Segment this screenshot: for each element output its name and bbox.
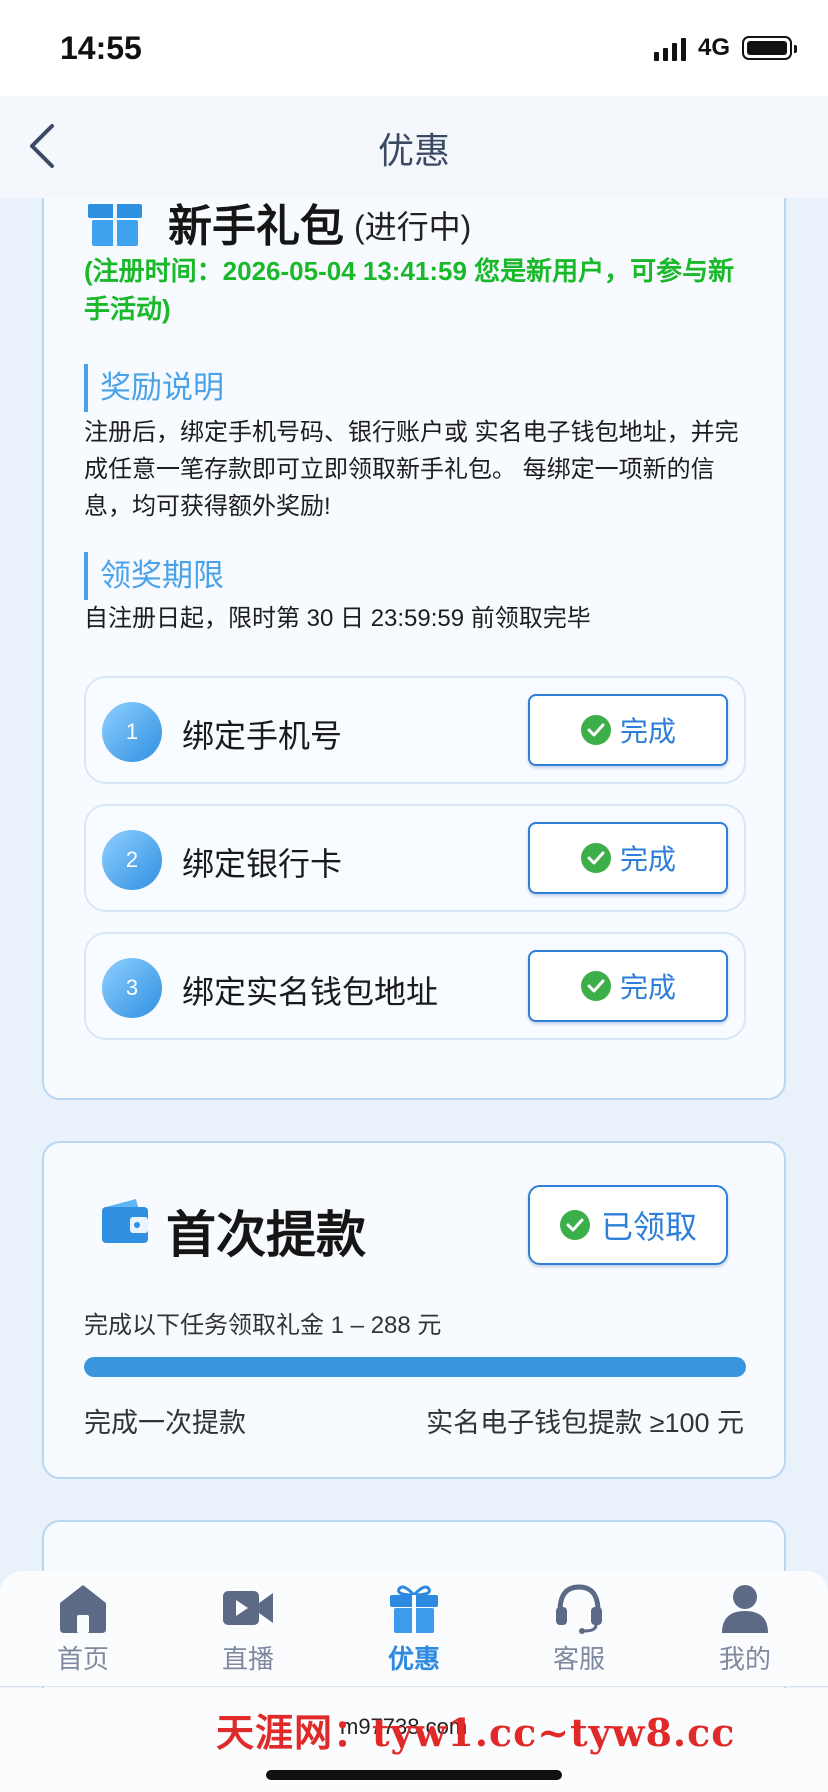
gift-icon [390, 1585, 438, 1633]
done-label: 完成 [619, 716, 676, 747]
tab-promo[interactable]: 优惠 [354, 1581, 474, 1681]
tab-mine[interactable]: 我的 [685, 1581, 805, 1681]
home-icon [60, 1585, 106, 1633]
withdraw-description: 完成以下任务领取礼金 1 – 288 元 [84, 1312, 442, 1339]
task-bind-bank-card: 2 绑定银行卡 完成 [84, 804, 746, 912]
task-number: 1 [102, 702, 162, 762]
deadline-heading: 领奖期限 [84, 552, 224, 600]
check-circle-icon [580, 715, 611, 745]
tab-label: 我的 [718, 1644, 771, 1674]
task-label: 绑定银行卡 [182, 846, 343, 882]
reward-heading: 奖励说明 [84, 364, 224, 412]
video-camera-icon [223, 1591, 273, 1625]
check-circle-icon [559, 1210, 590, 1240]
check-circle-icon [580, 843, 611, 873]
done-label: 完成 [619, 844, 676, 875]
headset-icon [556, 1584, 602, 1634]
gift-icon [86, 196, 144, 248]
deadline-text: 自注册日起，限时第 30 日 23:59:59 前领取完毕 [84, 605, 591, 632]
footer: m97738.com 天涯网：tyw1.cc~tyw8.cc [0, 1688, 828, 1792]
tab-bar: 首页 直播 优惠 客服 我的 [0, 1571, 828, 1687]
task-label: 绑定手机号 [182, 718, 343, 754]
tab-live[interactable]: 直播 [188, 1581, 308, 1681]
network-label: 4G [697, 34, 730, 61]
first-withdraw-card: 首次提款 已领取 完成以下任务领取礼金 1 – 288 元 完成一次提款 实名电… [42, 1141, 786, 1479]
task-number: 3 [102, 958, 162, 1018]
gift-status: (进行中) [354, 209, 472, 245]
withdraw-task-right: 实名电子钱包提款 ≥100 元 [426, 1408, 744, 1438]
tab-label: 首页 [56, 1644, 109, 1674]
done-button[interactable]: 完成 [528, 822, 728, 894]
gift-header: 新手礼包 (进行中) [86, 190, 471, 254]
done-button[interactable]: 完成 [528, 950, 728, 1022]
progress-fill [84, 1357, 746, 1377]
task-label: 绑定实名钱包地址 [182, 974, 439, 1010]
newbie-gift-card: 新手礼包 (进行中) (注册时间：2026-05-04 13:41:59 您是新… [42, 150, 786, 1100]
gift-title: 新手礼包 [168, 202, 344, 251]
withdraw-task-left: 完成一次提款 [84, 1408, 246, 1438]
tab-label: 优惠 [387, 1644, 440, 1674]
watermark: 天涯网：tyw1.cc~tyw8.cc [216, 1710, 736, 1755]
claimed-label: 已领取 [600, 1209, 697, 1245]
task-bind-wallet-address: 3 绑定实名钱包地址 完成 [84, 932, 746, 1040]
withdraw-title: 首次提款 [166, 1207, 366, 1263]
tab-label: 客服 [552, 1644, 605, 1674]
status-time: 14:55 [60, 30, 142, 66]
done-label: 完成 [619, 972, 676, 1003]
claimed-button[interactable]: 已领取 [528, 1185, 728, 1265]
status-bar: 14:55 4G [0, 0, 828, 96]
check-circle-icon [580, 971, 611, 1001]
task-bind-phone: 1 绑定手机号 完成 [84, 676, 746, 784]
user-icon [722, 1585, 768, 1633]
registration-note: (注册时间：2026-05-04 13:41:59 您是新用户，可参与新手活动) [84, 256, 735, 324]
done-button[interactable]: 完成 [528, 694, 728, 766]
reward-text: 注册后，绑定手机号码、银行账户或 实名电子钱包地址，并完成任意一笔存款即可立即领… [84, 419, 739, 520]
withdraw-progress-bar [84, 1357, 746, 1377]
tab-service[interactable]: 客服 [519, 1581, 639, 1681]
home-indicator[interactable] [266, 1770, 562, 1780]
nav-bar: 优惠 [0, 96, 828, 198]
page-title: 优惠 [377, 130, 450, 171]
wallet-icon [100, 1197, 150, 1245]
signal-icon [653, 35, 686, 61]
battery-icon [742, 36, 797, 60]
tab-home[interactable]: 首页 [23, 1581, 143, 1681]
task-number: 2 [102, 830, 162, 890]
status-indicators: 4G [653, 34, 797, 62]
tab-label: 直播 [221, 1644, 274, 1674]
